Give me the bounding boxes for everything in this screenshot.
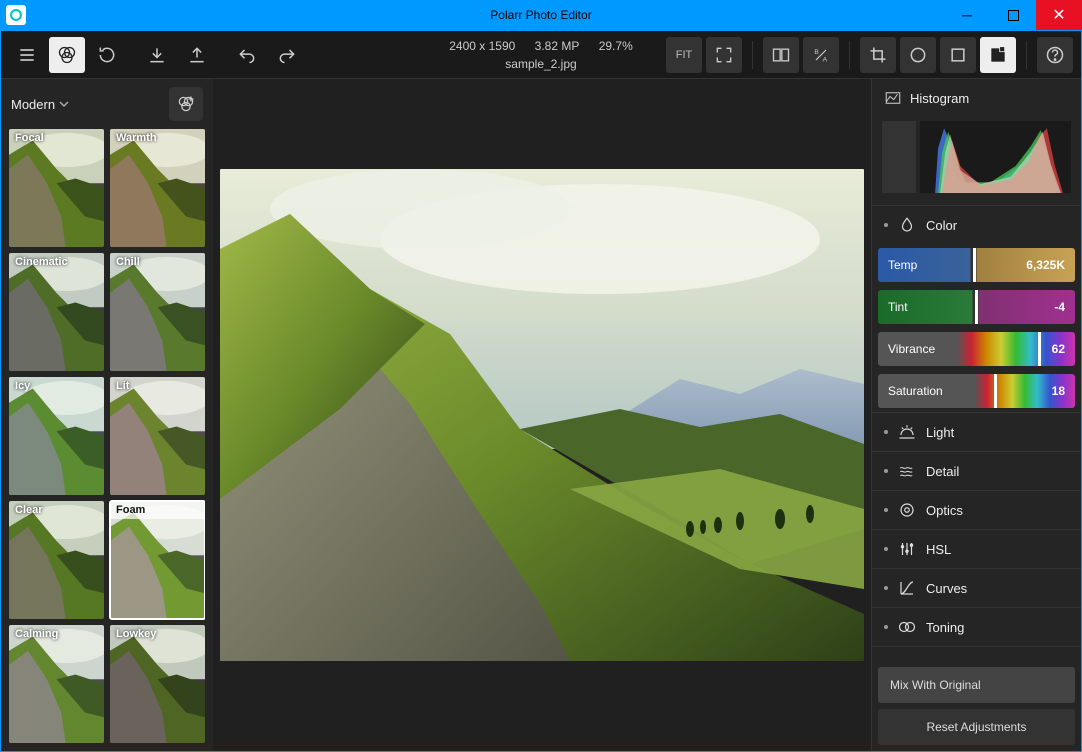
panel-toning[interactable]: Toning	[872, 607, 1081, 647]
redo-button[interactable]	[269, 37, 305, 73]
filter-thumb-label: Lowkey	[110, 625, 205, 643]
panel-color-label: Color	[926, 218, 957, 233]
histogram-zoom[interactable]	[882, 121, 916, 193]
histogram[interactable]	[872, 117, 1081, 205]
sun-icon	[898, 423, 916, 441]
toolbar: 2400 x 1590 3.82 MP 29.7% sample_2.jpg F…	[1, 31, 1081, 79]
slider-temp[interactable]: Temp 6,325K	[878, 248, 1075, 282]
filter-thumb-label: Clear	[9, 501, 104, 519]
titlebar: Polarr Photo Editor ─ ✕	[0, 0, 1082, 30]
filter-thumb-label: Focal	[9, 129, 104, 147]
filter-thumb-label: Chill	[110, 253, 205, 271]
filename: sample_2.jpg	[441, 55, 640, 73]
preview-area	[213, 79, 871, 751]
filter-thumb-label: Icy	[9, 377, 104, 395]
menu-button[interactable]	[9, 37, 45, 73]
import-button[interactable]	[139, 37, 175, 73]
filter-thumb-focal[interactable]: Focal	[9, 129, 104, 247]
panel-light-label: Light	[926, 425, 954, 440]
panel-hsl[interactable]: HSL	[872, 529, 1081, 568]
panel-curves-label: Curves	[926, 581, 967, 596]
filter-thumb-label: Cinematic	[9, 253, 104, 271]
compare-button[interactable]	[763, 37, 799, 73]
panel-optics-label: Optics	[926, 503, 963, 518]
svg-text:A: A	[823, 56, 828, 63]
filter-thumb-label: Lit	[110, 377, 205, 395]
radial-mask-button[interactable]	[900, 37, 936, 73]
fullscreen-button[interactable]	[706, 37, 742, 73]
fit-button[interactable]: FIT	[666, 37, 702, 73]
app-icon	[6, 5, 26, 25]
chevron-down-icon	[59, 99, 69, 109]
filter-thumb-chill[interactable]: Chill	[110, 253, 205, 371]
panel-hsl-label: HSL	[926, 542, 951, 557]
filters-button[interactable]	[49, 37, 85, 73]
panel-detail-label: Detail	[926, 464, 959, 479]
filter-thumb-lowkey[interactable]: Lowkey	[110, 625, 205, 743]
lens-icon	[898, 501, 916, 519]
adjust-sidebar: Histogram Color	[871, 79, 1081, 751]
histogram-label: Histogram	[910, 91, 969, 106]
undo-button[interactable]	[229, 37, 265, 73]
filter-thumb-label: Warmth	[110, 129, 205, 147]
slider-saturation[interactable]: Saturation 18	[878, 374, 1075, 408]
export-button[interactable]	[179, 37, 215, 73]
preview-image[interactable]	[220, 169, 864, 661]
history-button[interactable]	[89, 37, 125, 73]
filter-thumb-warmth[interactable]: Warmth	[110, 129, 205, 247]
zoom-level: 29.7%	[599, 39, 633, 53]
image-info: 2400 x 1590 3.82 MP 29.7% sample_2.jpg	[441, 37, 640, 73]
waves-icon	[898, 462, 916, 480]
toning-icon	[898, 618, 916, 636]
panel-optics[interactable]: Optics	[872, 490, 1081, 529]
panel-light[interactable]: Light	[872, 412, 1081, 451]
close-button[interactable]: ✕	[1036, 0, 1082, 30]
panel-toning-label: Toning	[926, 620, 964, 635]
histogram-graph	[920, 121, 1071, 193]
filter-thumb-calming[interactable]: Calming	[9, 625, 104, 743]
panel-color[interactable]: Color	[872, 205, 1081, 244]
svg-text:B: B	[814, 49, 819, 56]
filter-thumb-icy[interactable]: Icy	[9, 377, 104, 495]
histogram-icon	[884, 89, 902, 107]
window-title: Polarr Photo Editor	[490, 8, 591, 22]
filter-thumb-clear[interactable]: Clear	[9, 501, 104, 619]
reset-adjustments-button[interactable]: Reset Adjustments	[878, 709, 1075, 745]
mix-original-button[interactable]: Mix With Original	[878, 667, 1075, 703]
filter-thumb-label: Calming	[9, 625, 104, 643]
panel-detail[interactable]: Detail	[872, 451, 1081, 490]
filter-category-select[interactable]: Modern	[11, 97, 69, 112]
filter-thumb-cinematic[interactable]: Cinematic	[9, 253, 104, 371]
filter-thumb-lit[interactable]: Lit	[110, 377, 205, 495]
panel-curves[interactable]: Curves	[872, 568, 1081, 607]
slider-tint[interactable]: Tint -4	[878, 290, 1075, 324]
help-button[interactable]	[1037, 37, 1073, 73]
filter-thumb-foam[interactable]: Foam	[110, 501, 205, 619]
slider-vibrance[interactable]: Vibrance 62	[878, 332, 1075, 366]
add-filter-button[interactable]	[169, 87, 203, 121]
color-mask-button[interactable]	[980, 37, 1016, 73]
filter-thumb-label: Foam	[110, 501, 205, 519]
image-megapixels: 3.82 MP	[535, 39, 580, 53]
filters-sidebar: Modern Focal Warmth Cinematic Chill Icy Lit Cl…	[1, 79, 213, 751]
gradient-mask-button[interactable]	[940, 37, 976, 73]
crop-button[interactable]	[860, 37, 896, 73]
before-after-button[interactable]: BA	[803, 37, 839, 73]
curves-icon	[898, 579, 916, 597]
droplet-icon	[898, 216, 916, 234]
sliders-icon	[898, 540, 916, 558]
image-dimensions: 2400 x 1590	[449, 39, 515, 53]
maximize-button[interactable]	[990, 0, 1036, 30]
minimize-button[interactable]: ─	[944, 0, 990, 30]
filter-category-label: Modern	[11, 97, 55, 112]
